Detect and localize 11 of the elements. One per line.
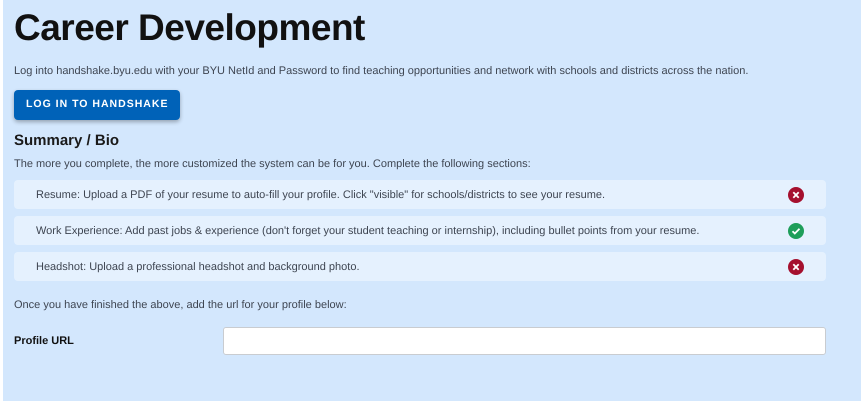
login-button[interactable]: LOG IN TO HANDSHAKE xyxy=(14,90,180,120)
after-note: Once you have finished the above, add the url for your profile below: xyxy=(14,298,348,314)
profile-url-field[interactable] xyxy=(223,326,826,355)
intro-text: Log into handshake.byu.edu with your BYU NetId and Password to find teaching opportunities and network with schools and districts across the nation. xyxy=(14,64,750,79)
checklist-text: Resume: Upload a PDF of your resume to auto-fill your profile. Click "visible" for schools/districts to see your resume. xyxy=(36,188,606,203)
field-label: Profile URL xyxy=(14,334,75,349)
checklist-text: Work Experience: Add past jobs & experience (don't forget your student teaching or internship), including bullet points from your resume. xyxy=(36,224,700,239)
checklist-text: Headshot: Upload a professional headshot and background photo. xyxy=(36,260,360,275)
section-intro: The more you complete, the more customized the system can be for you. Complete the following sections: xyxy=(14,156,532,172)
section-heading: Summary / Bio xyxy=(14,132,120,150)
page-title: Career Development xyxy=(14,8,366,49)
